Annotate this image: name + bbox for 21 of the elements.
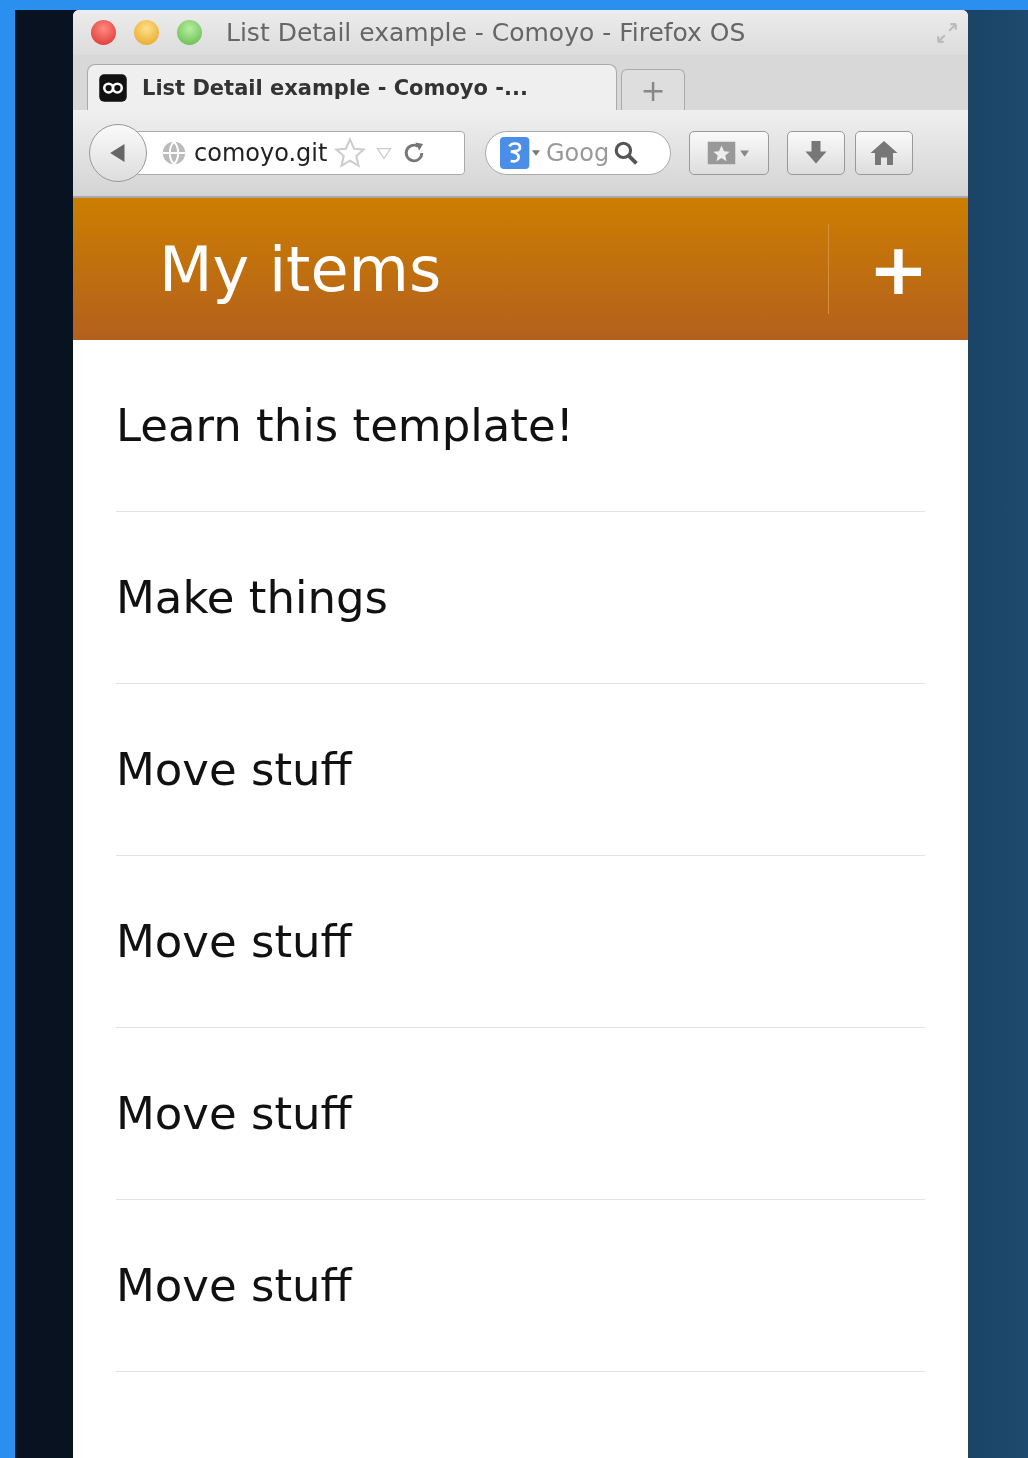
bookmarks-button[interactable] [689, 131, 769, 175]
download-button[interactable] [787, 131, 845, 175]
list-item[interactable]: Move stuff [116, 856, 925, 1028]
zoom-button[interactable] [177, 20, 202, 45]
list-item[interactable]: Move stuff [116, 1028, 925, 1200]
search-engine-icon[interactable] [498, 137, 542, 169]
star-icon[interactable] [333, 136, 368, 170]
globe-icon [160, 139, 188, 167]
browser-tab[interactable]: List Detail example - Comoyo -... [87, 64, 617, 110]
list-item[interactable]: Make things [116, 512, 925, 684]
close-button[interactable] [91, 20, 116, 45]
favicon-icon [98, 72, 128, 103]
window-title: List Detail example - Comoyo - Firefox OS [226, 18, 747, 47]
add-button[interactable]: + [828, 224, 968, 314]
list-item[interactable]: Move stuff [116, 1200, 925, 1372]
search-icon[interactable] [613, 140, 640, 166]
list-item[interactable]: Move stuff [116, 684, 925, 856]
header-title: My items [159, 232, 442, 306]
home-icon [869, 138, 899, 168]
list-item[interactable]: Learn this template! [116, 340, 925, 512]
home-button[interactable] [855, 131, 913, 175]
